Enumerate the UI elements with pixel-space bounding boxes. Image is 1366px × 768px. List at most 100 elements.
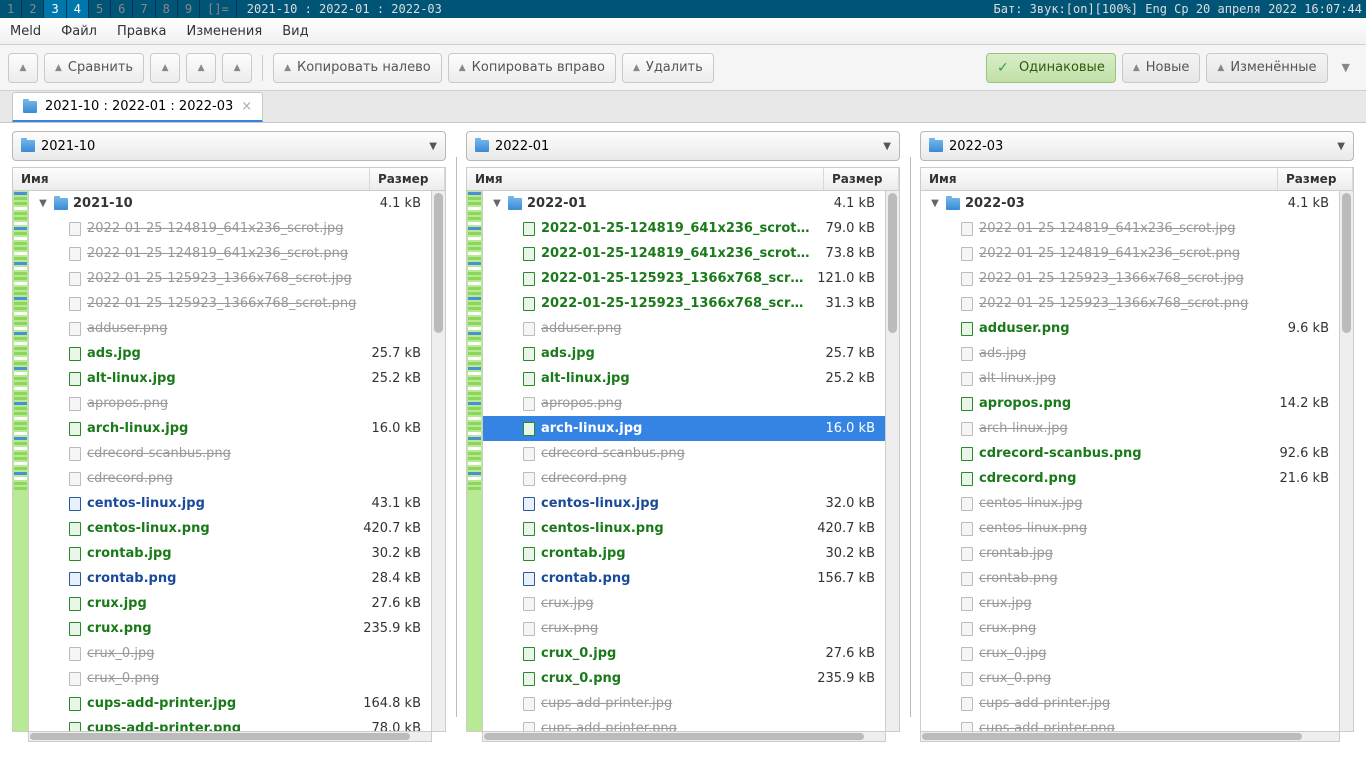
dir-picker[interactable]: 2022-01 ▼ xyxy=(466,131,900,161)
col-name[interactable]: Имя xyxy=(467,168,824,190)
file-row[interactable]: crux_0.png xyxy=(921,666,1339,691)
nav-prev-button[interactable]: ▲ xyxy=(150,53,180,83)
workspace-8[interactable]: 8 xyxy=(156,0,178,18)
file-row[interactable]: cdrecord-scanbus.png 92.6 kB xyxy=(921,441,1339,466)
file-row[interactable]: alt-linux.jpg 25.2 kB xyxy=(29,366,431,391)
nav-up-button[interactable]: ▲ xyxy=(8,53,38,83)
file-row[interactable]: centos-linux.png 420.7 kB xyxy=(29,516,431,541)
file-row[interactable]: crux.jpg xyxy=(921,591,1339,616)
workspace-2[interactable]: 2 xyxy=(22,0,44,18)
file-row[interactable]: crux.jpg xyxy=(483,591,885,616)
horizontal-scrollbar[interactable] xyxy=(920,732,1340,742)
filter-new-toggle[interactable]: ▲Новые xyxy=(1122,53,1201,83)
file-row[interactable]: arch-linux.jpg 16.0 kB xyxy=(29,416,431,441)
file-row[interactable]: 2022-01-25-124819_641x236_scrot.png 73.8… xyxy=(483,241,885,266)
nav-last-button[interactable]: ▲ xyxy=(222,53,252,83)
file-row[interactable]: cdrecord-scanbus.png xyxy=(483,441,885,466)
file-row[interactable]: adduser.png 9.6 kB xyxy=(921,316,1339,341)
file-row[interactable]: adduser.png xyxy=(483,316,885,341)
file-row[interactable]: 2022-01-25-125923_1366x768_scrot.png xyxy=(29,291,431,316)
close-icon[interactable]: × xyxy=(241,99,252,114)
file-row[interactable]: 2022-01-25-124819_641x236_scrot.jpg xyxy=(29,216,431,241)
file-row[interactable]: apropos.png 14.2 kB xyxy=(921,391,1339,416)
file-row[interactable]: 2022-01-25-125923_1366x768_scrot.png 31.… xyxy=(483,291,885,316)
menu-правка[interactable]: Правка xyxy=(107,18,176,45)
file-row[interactable]: cups-add-printer.png 78.0 kB xyxy=(29,716,431,731)
filter-modified-toggle[interactable]: ▲Изменённые xyxy=(1206,53,1327,83)
file-row[interactable]: ads.jpg 25.7 kB xyxy=(483,341,885,366)
file-list[interactable]: ▼ 2022-01 4.1 kB 2022-01-25-124819_641x2… xyxy=(483,191,885,731)
file-row[interactable]: apropos.png xyxy=(29,391,431,416)
diff-sidebar[interactable] xyxy=(467,191,483,731)
vertical-scrollbar[interactable] xyxy=(1339,191,1353,731)
file-row[interactable]: 2022-01-25-125923_1366x768_scrot.jpg 121… xyxy=(483,266,885,291)
file-row[interactable]: cups-add-printer.png xyxy=(483,716,885,731)
folder-row[interactable]: ▼ 2022-03 4.1 kB xyxy=(921,191,1339,216)
col-name[interactable]: Имя xyxy=(921,168,1278,190)
copy-left-button[interactable]: ▲Копировать налево xyxy=(273,53,442,83)
file-row[interactable]: centos-linux.png xyxy=(921,516,1339,541)
workspace-5[interactable]: 5 xyxy=(89,0,111,18)
file-list[interactable]: ▼ 2022-03 4.1 kB 2022-01-25-124819_641x2… xyxy=(921,191,1339,731)
file-row[interactable]: ads.jpg 25.7 kB xyxy=(29,341,431,366)
file-row[interactable]: cups-add-printer.jpg xyxy=(483,691,885,716)
toolbar-overflow-icon[interactable]: ▼ xyxy=(1334,61,1358,74)
workspace-7[interactable]: 7 xyxy=(133,0,155,18)
file-row[interactable]: 2022-01-25-125923_1366x768_scrot.jpg xyxy=(921,266,1339,291)
tab-comparison[interactable]: 2021-10 : 2022-01 : 2022-03 × xyxy=(12,92,263,122)
col-size[interactable]: Размер xyxy=(1278,168,1353,190)
pane-separator[interactable] xyxy=(452,129,460,744)
file-row[interactable]: 2022-01-25-125923_1366x768_scrot.jpg xyxy=(29,266,431,291)
file-row[interactable]: crontab.png xyxy=(921,566,1339,591)
file-row[interactable]: crux.png xyxy=(921,616,1339,641)
file-row[interactable]: centos-linux.jpg 43.1 kB xyxy=(29,491,431,516)
file-row[interactable]: 2022-01-25-124819_641x236_scrot.jpg xyxy=(921,216,1339,241)
folder-row[interactable]: ▼ 2022-01 4.1 kB xyxy=(483,191,885,216)
nav-next-button[interactable]: ▲ xyxy=(186,53,216,83)
file-row[interactable]: cdrecord.png 21.6 kB xyxy=(921,466,1339,491)
dir-picker[interactable]: 2022-03 ▼ xyxy=(920,131,1354,161)
file-row[interactable]: 2022-01-25-125923_1366x768_scrot.png xyxy=(921,291,1339,316)
workspace-3[interactable]: 3 xyxy=(44,0,66,18)
vertical-scrollbar[interactable] xyxy=(885,191,899,731)
file-row[interactable]: crux.png 235.9 kB xyxy=(29,616,431,641)
file-row[interactable]: 2022-01-25-124819_641x236_scrot.jpg 79.0… xyxy=(483,216,885,241)
workspace-6[interactable]: 6 xyxy=(111,0,133,18)
file-row[interactable]: crux.jpg 27.6 kB xyxy=(29,591,431,616)
file-row[interactable]: ads.jpg xyxy=(921,341,1339,366)
file-row[interactable]: centos-linux.jpg xyxy=(921,491,1339,516)
file-row[interactable]: alt-linux.jpg 25.2 kB xyxy=(483,366,885,391)
file-row[interactable]: centos-linux.png 420.7 kB xyxy=(483,516,885,541)
dir-picker[interactable]: 2021-10 ▼ xyxy=(12,131,446,161)
col-name[interactable]: Имя xyxy=(13,168,370,190)
file-row[interactable]: alt-linux.jpg xyxy=(921,366,1339,391)
file-row[interactable]: cdrecord-scanbus.png xyxy=(29,441,431,466)
file-row[interactable]: arch-linux.jpg 16.0 kB xyxy=(483,416,885,441)
file-row[interactable]: cdrecord.png xyxy=(483,466,885,491)
file-row[interactable]: cups-add-printer.png xyxy=(921,716,1339,731)
copy-right-button[interactable]: ▲Копировать вправо xyxy=(448,53,616,83)
filter-same-toggle[interactable]: Одинаковые xyxy=(986,53,1116,83)
col-size[interactable]: Размер xyxy=(370,168,445,190)
file-row[interactable]: crux_0.png 235.9 kB xyxy=(483,666,885,691)
folder-row[interactable]: ▼ 2021-10 4.1 kB xyxy=(29,191,431,216)
horizontal-scrollbar[interactable] xyxy=(482,732,886,742)
menu-вид[interactable]: Вид xyxy=(272,18,318,45)
file-list[interactable]: ▼ 2021-10 4.1 kB 2022-01-25-124819_641x2… xyxy=(29,191,431,731)
file-row[interactable]: centos-linux.jpg 32.0 kB xyxy=(483,491,885,516)
compare-button[interactable]: ▲Сравнить xyxy=(44,53,144,83)
file-row[interactable]: crux_0.png xyxy=(29,666,431,691)
file-row[interactable]: crontab.jpg xyxy=(921,541,1339,566)
col-size[interactable]: Размер xyxy=(824,168,899,190)
delete-button[interactable]: ▲Удалить xyxy=(622,53,714,83)
horizontal-scrollbar[interactable] xyxy=(28,732,432,742)
file-row[interactable]: apropos.png xyxy=(483,391,885,416)
file-row[interactable]: crontab.png 28.4 kB xyxy=(29,566,431,591)
file-row[interactable]: crontab.jpg 30.2 kB xyxy=(29,541,431,566)
file-row[interactable]: crux_0.jpg 27.6 kB xyxy=(483,641,885,666)
workspace-[]=[interactable]: []= xyxy=(200,0,237,18)
menu-файл[interactable]: Файл xyxy=(51,18,107,45)
file-row[interactable]: crux_0.jpg xyxy=(29,641,431,666)
file-row[interactable]: adduser.png xyxy=(29,316,431,341)
workspace-1[interactable]: 1 xyxy=(0,0,22,18)
